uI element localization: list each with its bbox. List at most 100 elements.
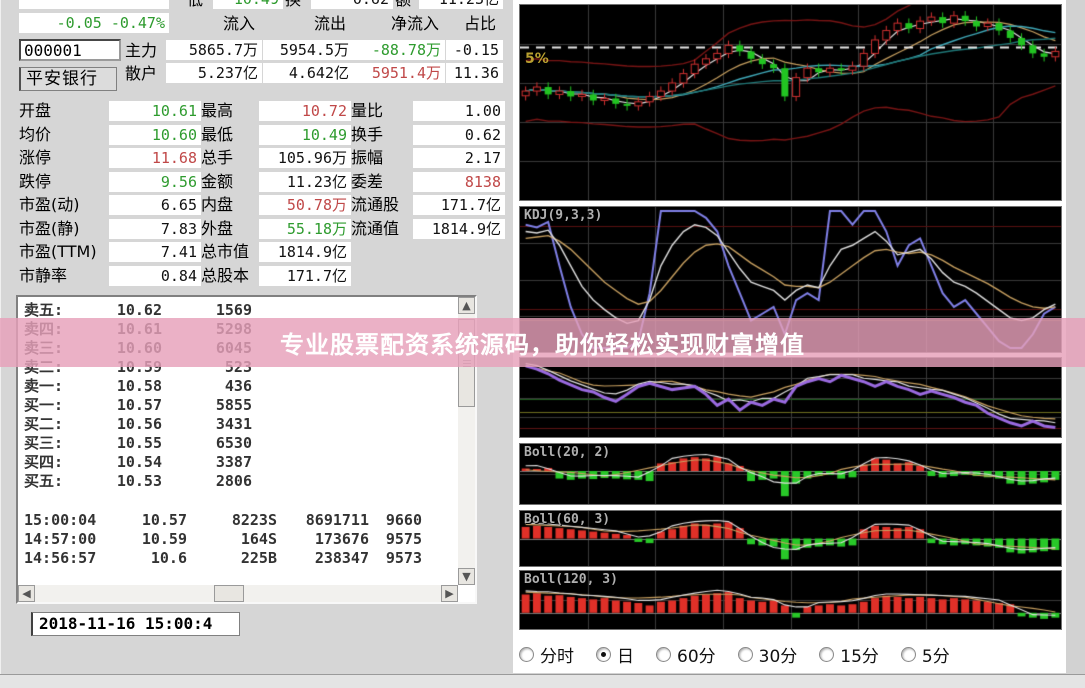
buy-level-row[interactable]: 买二: 10.56 3431 — [22, 415, 455, 434]
label-amount: 额 — [395, 0, 411, 11]
quote-value: 171.7亿 — [259, 265, 351, 286]
flow-value: -0.15 — [446, 40, 503, 60]
cell: 6530 — [215, 434, 252, 452]
quote-label: 外盘 — [201, 218, 234, 238]
boll120-chart-panel[interactable]: Boll(120, 3) — [519, 570, 1062, 630]
cell: 10.57 — [116, 396, 162, 414]
radio-icon[interactable] — [596, 646, 611, 662]
flow-value: 11.36 — [446, 63, 503, 83]
horizontal-scrollbar[interactable]: ◀ ▶ — [18, 585, 458, 602]
radio-icon[interactable] — [656, 646, 671, 662]
boll120-label: Boll(120, 3) — [524, 572, 618, 587]
buy-level-row[interactable]: 买四: 10.54 3387 — [22, 453, 455, 472]
period-label: 30分 — [758, 646, 798, 667]
period-label: 分时 — [540, 646, 574, 667]
cell: 173676 — [314, 530, 369, 548]
datetime-box: 2018-11-16 15:00:4 — [31, 612, 240, 636]
scroll-down-button[interactable]: ▼ — [458, 568, 475, 585]
radio-icon[interactable] — [737, 646, 753, 662]
cell: 14:57:00 — [24, 530, 97, 548]
period-option-15分[interactable]: 15分 — [819, 642, 879, 667]
stock-name-tab[interactable]: 平安银行 — [19, 67, 117, 91]
quote-value: 1814.9亿 — [413, 218, 505, 239]
period-option-60分[interactable]: 60分 — [656, 642, 716, 667]
period-label: 5分 — [921, 646, 950, 667]
quote-value: 0.62 — [413, 124, 505, 145]
flow-value: 4.642亿 — [263, 63, 353, 83]
quote-value: 11.23亿 — [259, 171, 351, 192]
radio-icon[interactable] — [519, 646, 534, 662]
flow-value: 5954.5万 — [263, 40, 353, 60]
cell: 164S — [240, 530, 277, 548]
price-box-clipped — [19, 0, 169, 9]
scroll-up-button[interactable]: ▲ — [458, 297, 475, 314]
scroll-right-button[interactable]: ▶ — [441, 585, 458, 602]
cell: 买五: — [24, 472, 64, 490]
stock-code-input[interactable] — [19, 39, 121, 61]
kline-chart-panel[interactable]: 5% — [519, 4, 1062, 201]
quote-label: 流通股 — [351, 195, 400, 214]
tick-row: 15:00:04 10.57 8223S 8691711 9660 — [22, 511, 455, 530]
quote-label: 金额 — [201, 171, 234, 191]
sell-level-row[interactable]: 卖一: 10.58 436 — [22, 377, 455, 396]
quote-value: 1.00 — [413, 101, 505, 121]
boll20-chart-panel[interactable]: Boll(20, 2) — [519, 443, 1062, 505]
indicator3-chart-panel[interactable] — [519, 357, 1062, 438]
top-clipped-row: 低 10.49 换 0.62 额 11.23亿 — [1, 0, 514, 12]
flow-value: 5865.7万 — [166, 40, 262, 60]
quote-value: 7.41 — [109, 242, 201, 262]
cell: 436 — [224, 377, 252, 395]
flow-header-out: 流出 — [314, 14, 347, 33]
ad-banner: 专业股票配资系统源码，助你轻松实现财富增值 — [0, 318, 1085, 367]
quote-label: 量比 — [351, 101, 384, 120]
quote-label: 总市值 — [201, 242, 250, 261]
quote-label: 市盈(静) — [19, 218, 80, 238]
cell: 5855 — [215, 396, 252, 414]
period-label: 60分 — [677, 646, 716, 667]
cell: 9575 — [385, 530, 422, 548]
cell: 2806 — [215, 472, 252, 490]
quote-value: 0.84 — [109, 265, 201, 286]
quote-label: 流通值 — [351, 218, 400, 238]
cell: 10.53 — [116, 472, 162, 490]
indicator3-canvas[interactable] — [520, 358, 1061, 437]
cell: 8223S — [231, 511, 277, 529]
cell: 238347 — [314, 549, 369, 567]
period-option-日[interactable]: 日 — [596, 642, 634, 667]
change-value: -0.05 — [56, 14, 102, 32]
radio-icon[interactable] — [900, 646, 916, 662]
flow-header-ratio: 占比 — [464, 14, 497, 33]
cell: 3387 — [215, 453, 252, 471]
kline-canvas[interactable] — [520, 5, 1061, 200]
percent-scale-label: 5% — [525, 51, 549, 67]
quote-value: 1814.9亿 — [259, 242, 351, 262]
radio-icon[interactable] — [819, 646, 835, 662]
quote-value: 50.78万 — [259, 195, 351, 215]
horizontal-scroll-thumb[interactable] — [214, 585, 244, 602]
period-label: 15分 — [840, 646, 879, 667]
cell: 14:56:57 — [24, 549, 97, 567]
bottom-divider — [0, 674, 1085, 688]
change-box: -0.05 -0.47% — [19, 13, 169, 33]
period-option-分时[interactable]: 分时 — [519, 642, 574, 667]
buy-level-row[interactable]: 买五: 10.53 2806 — [22, 472, 455, 491]
buy-level-row[interactable]: 买三: 10.55 6530 — [22, 434, 455, 453]
cell: 10.56 — [116, 415, 162, 433]
boll60-chart-panel[interactable]: Boll(60, 3) — [519, 510, 1062, 567]
quote-label: 市静率 — [19, 265, 68, 285]
cell: 15:00:04 — [24, 511, 97, 529]
turnover-value: 0.62 — [311, 0, 393, 9]
quote-value: 2.17 — [413, 148, 505, 168]
scroll-left-button[interactable]: ◀ — [18, 585, 35, 602]
period-option-30分[interactable]: 30分 — [737, 642, 798, 667]
buy-level-row[interactable]: 买一: 10.57 5855 — [22, 396, 455, 415]
period-option-5分[interactable]: 5分 — [900, 642, 950, 667]
quote-label: 市盈(TTM) — [19, 242, 97, 261]
ad-banner-text: 专业股票配资系统源码，助你轻松实现财富增值 — [280, 331, 805, 359]
cell: 10.57 — [141, 511, 187, 529]
quote-value: 9.56 — [109, 171, 201, 192]
cell: 买一: — [24, 396, 64, 414]
cell: 10.6 — [150, 549, 187, 567]
cell: 买二: — [24, 415, 64, 433]
